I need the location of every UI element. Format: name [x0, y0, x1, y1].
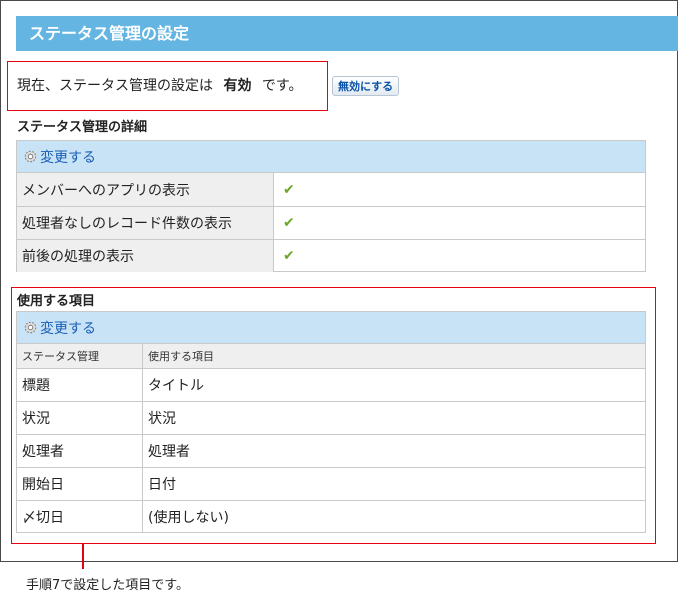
details-table: メンバーへのアプリの表示 ✔ 処理者なしのレコード件数の表示 ✔ 前後の処理の表… [17, 173, 645, 272]
table-row: 処理者 処理者 [17, 434, 645, 467]
page-title: ステータス管理の設定 [16, 16, 678, 51]
used-field-cell: 日付 [148, 477, 176, 493]
column-header: 使用する項目 [148, 350, 214, 363]
callout-caption: 手順7で設定した項目です。 [26, 578, 189, 593]
used-field-cell: 処理者 [148, 444, 190, 460]
items-table-header: ステータス管理 使用する項目 [17, 344, 645, 368]
used-field-cell: (使用しない) [148, 510, 229, 526]
details-row: メンバーへのアプリの表示 ✔ [17, 173, 645, 206]
items-panel: 変更する ステータス管理 使用する項目 標題 タイトル 状況 状況 処理者 処理… [16, 311, 646, 533]
details-row-label: 処理者なしのレコード件数の表示 [17, 207, 274, 239]
details-row: 前後の処理の表示 ✔ [17, 239, 645, 272]
details-row-label: 前後の処理の表示 [17, 240, 274, 272]
items-heading: 使用する項目 [17, 294, 96, 309]
table-row: 標題 タイトル [17, 368, 645, 401]
status-field-cell: 処理者 [17, 435, 143, 467]
status-highlight-box [7, 61, 328, 111]
details-change-button[interactable]: 変更する [17, 141, 645, 173]
disable-button[interactable]: 無効にする [332, 76, 400, 96]
check-icon: ✔ [283, 248, 295, 264]
column-header: ステータス管理 [17, 344, 143, 368]
used-field-cell: タイトル [148, 378, 204, 394]
table-row: 状況 状況 [17, 401, 645, 434]
gear-icon [24, 321, 37, 334]
callout-line [82, 543, 84, 569]
status-field-cell: 標題 [17, 369, 143, 401]
status-field-cell: 状況 [17, 402, 143, 434]
items-change-button[interactable]: 変更する [17, 312, 645, 344]
table-row: 〆切日 (使用しない) [17, 500, 645, 533]
settings-frame: ステータス管理の設定 現在、ステータス管理の設定は 有効 です。 無効にする ス… [0, 0, 678, 562]
details-row: 処理者なしのレコード件数の表示 ✔ [17, 206, 645, 239]
check-icon: ✔ [283, 181, 295, 198]
details-panel: 変更する メンバーへのアプリの表示 ✔ 処理者なしのレコード件数の表示 ✔ 前後… [16, 140, 646, 272]
items-table: ステータス管理 使用する項目 標題 タイトル 状況 状況 処理者 処理者 開始日… [17, 344, 645, 533]
details-heading: ステータス管理の詳細 [17, 120, 148, 135]
items-change-link[interactable]: 変更する [40, 318, 96, 338]
status-field-cell: 〆切日 [17, 501, 143, 533]
table-row: 開始日 日付 [17, 467, 645, 500]
check-icon: ✔ [283, 215, 295, 231]
details-change-link[interactable]: 変更する [40, 147, 96, 167]
gear-icon [24, 150, 37, 163]
details-row-label: メンバーへのアプリの表示 [17, 173, 274, 206]
status-field-cell: 開始日 [17, 468, 143, 500]
used-field-cell: 状況 [148, 411, 176, 427]
